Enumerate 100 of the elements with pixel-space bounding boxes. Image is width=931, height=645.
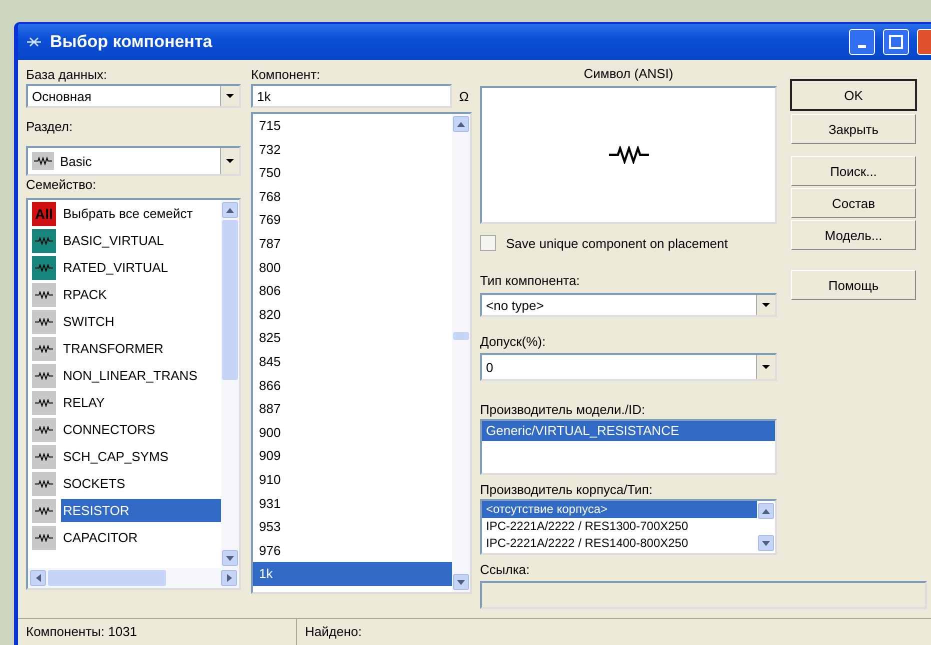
footprint-item[interactable]: <отсутствие корпуса> xyxy=(482,501,757,518)
family-item[interactable]: NON_LINEAR_TRANS xyxy=(28,362,221,389)
app-icon xyxy=(26,35,42,49)
family-item[interactable]: TRANSFORMER xyxy=(28,335,221,362)
checkbox-label: Save unique component on placement xyxy=(506,236,728,250)
footprint-item[interactable]: IPC-2221A/2222 / RES1300-700X250 xyxy=(482,518,757,535)
component-item[interactable]: 820 xyxy=(253,302,452,326)
component-item[interactable]: 732 xyxy=(253,138,452,162)
component-item[interactable]: 769 xyxy=(253,208,452,232)
component-item[interactable]: 806 xyxy=(253,279,452,303)
component-item[interactable]: 750 xyxy=(253,161,452,185)
footprint-item[interactable]: IPC-2221A/2222 / RES1400-800X250 xyxy=(482,535,757,552)
scroll-up-icon xyxy=(762,508,770,514)
dialog-button[interactable]: Поиск... xyxy=(791,156,916,186)
family-item[interactable]: SCH_CAP_SYMS xyxy=(28,443,221,470)
family-item[interactable]: SWITCH xyxy=(28,308,221,335)
dialog-button[interactable]: Помощь xyxy=(791,270,916,300)
field-label: Семейство: xyxy=(26,176,98,194)
component-item[interactable]: 931 xyxy=(253,492,452,516)
resistor-icon xyxy=(35,480,53,488)
scroll-down-icon xyxy=(226,556,234,560)
scroll-thumb[interactable] xyxy=(222,220,238,380)
family-item[interactable]: CONNECTORS xyxy=(28,416,221,443)
scroll-thumb[interactable] xyxy=(453,332,469,340)
maximize-icon xyxy=(889,35,903,49)
minimize-icon xyxy=(858,44,866,48)
group-dropdown[interactable]: Basic xyxy=(26,146,241,176)
component-item[interactable]: 715 xyxy=(253,114,452,138)
scroll-right-button[interactable] xyxy=(221,570,237,586)
component-type-dropdown[interactable]: <no type> xyxy=(480,293,777,317)
window-title: Выбор компонента xyxy=(50,32,214,52)
component-item[interactable]: 909 xyxy=(253,444,452,468)
component-item[interactable]: 768 xyxy=(253,184,452,208)
scroll-right-icon xyxy=(226,574,232,582)
resistor-icon xyxy=(35,534,53,542)
dialog-button[interactable]: Закрыть xyxy=(791,114,916,144)
family-item[interactable]: RPACK xyxy=(28,281,221,308)
scroll-left-button[interactable] xyxy=(30,570,46,586)
component-item[interactable]: 845 xyxy=(253,350,452,374)
component-item[interactable]: 953 xyxy=(253,515,452,539)
component-item[interactable]: 910 xyxy=(253,468,452,492)
field-label: Раздел: xyxy=(26,118,74,136)
resistor-icon xyxy=(35,344,53,352)
scroll-up-button[interactable] xyxy=(758,503,774,519)
scrollbar[interactable] xyxy=(452,114,470,592)
component-item[interactable]: 800 xyxy=(253,256,452,280)
symbol-title: Символ (ANSI) xyxy=(582,66,674,83)
component-item[interactable]: 1k xyxy=(253,562,452,586)
family-item[interactable]: SOCKETS xyxy=(28,470,221,497)
family-item[interactable]: CAPACITOR xyxy=(28,524,221,551)
maximize-button[interactable] xyxy=(883,29,909,55)
family-item[interactable]: RATED_VIRTUAL xyxy=(28,254,221,281)
family-item[interactable]: BASIC_VIRTUAL xyxy=(28,227,221,254)
field-label: Производитель корпуса/Тип: xyxy=(480,481,654,499)
resistor-icon xyxy=(35,452,53,460)
dropdown-arrow-icon xyxy=(226,94,234,98)
close-button[interactable] xyxy=(917,29,931,55)
resistor-icon xyxy=(35,264,53,272)
field-label: Производитель модели./ID: xyxy=(480,401,646,419)
dialog-button[interactable]: OK xyxy=(791,80,916,110)
component-input[interactable]: 1k xyxy=(251,84,452,108)
dropdown-arrow-icon xyxy=(762,303,770,307)
component-item[interactable]: 825 xyxy=(253,326,452,350)
scroll-left-icon xyxy=(36,574,40,582)
field-label: База данных: xyxy=(26,66,108,84)
scrollbar[interactable] xyxy=(221,200,239,568)
scroll-down-button[interactable] xyxy=(453,574,469,590)
dropdown-arrow-icon xyxy=(226,159,234,163)
scroll-down-icon xyxy=(457,580,465,584)
component-item[interactable]: 900 xyxy=(253,420,452,444)
resistor-icon xyxy=(35,290,53,298)
resistor-icon xyxy=(608,146,648,164)
family-item[interactable]: RELAY xyxy=(28,389,221,416)
component-item[interactable]: 866 xyxy=(253,374,452,398)
hyperlink-field[interactable] xyxy=(480,581,927,609)
dialog-button[interactable]: Состав xyxy=(791,188,916,218)
database-dropdown[interactable]: Основная xyxy=(26,84,241,108)
scroll-up-icon xyxy=(457,122,465,126)
resistor-icon xyxy=(35,318,53,326)
dialog-button[interactable]: Модель... xyxy=(791,220,916,250)
status-text: Найдено: xyxy=(304,623,363,641)
scroll-down-button[interactable] xyxy=(758,535,774,551)
scroll-up-button[interactable] xyxy=(453,116,469,132)
minimize-button[interactable] xyxy=(849,29,875,55)
horizontal-scrollbar[interactable] xyxy=(28,568,239,588)
unit-label: Ω xyxy=(458,88,470,104)
field-label: Допуск(%): xyxy=(480,333,547,351)
scroll-down-button[interactable] xyxy=(222,550,238,566)
family-item[interactable]: All Выбрать все семейст xyxy=(28,200,221,227)
tolerance-dropdown[interactable]: 0 xyxy=(480,353,777,381)
model-item[interactable]: Generic/VIRTUAL_RESISTANCE xyxy=(482,421,775,441)
resistor-icon xyxy=(35,398,53,406)
resistor-icon xyxy=(35,506,53,514)
scroll-up-button[interactable] xyxy=(222,202,238,218)
checkbox[interactable] xyxy=(480,235,496,251)
field-label: Тип компонента: xyxy=(480,272,581,290)
component-item[interactable]: 887 xyxy=(253,397,452,421)
component-item[interactable]: 976 xyxy=(253,538,452,562)
component-item[interactable]: 787 xyxy=(253,232,452,256)
family-badge: All xyxy=(32,202,56,226)
